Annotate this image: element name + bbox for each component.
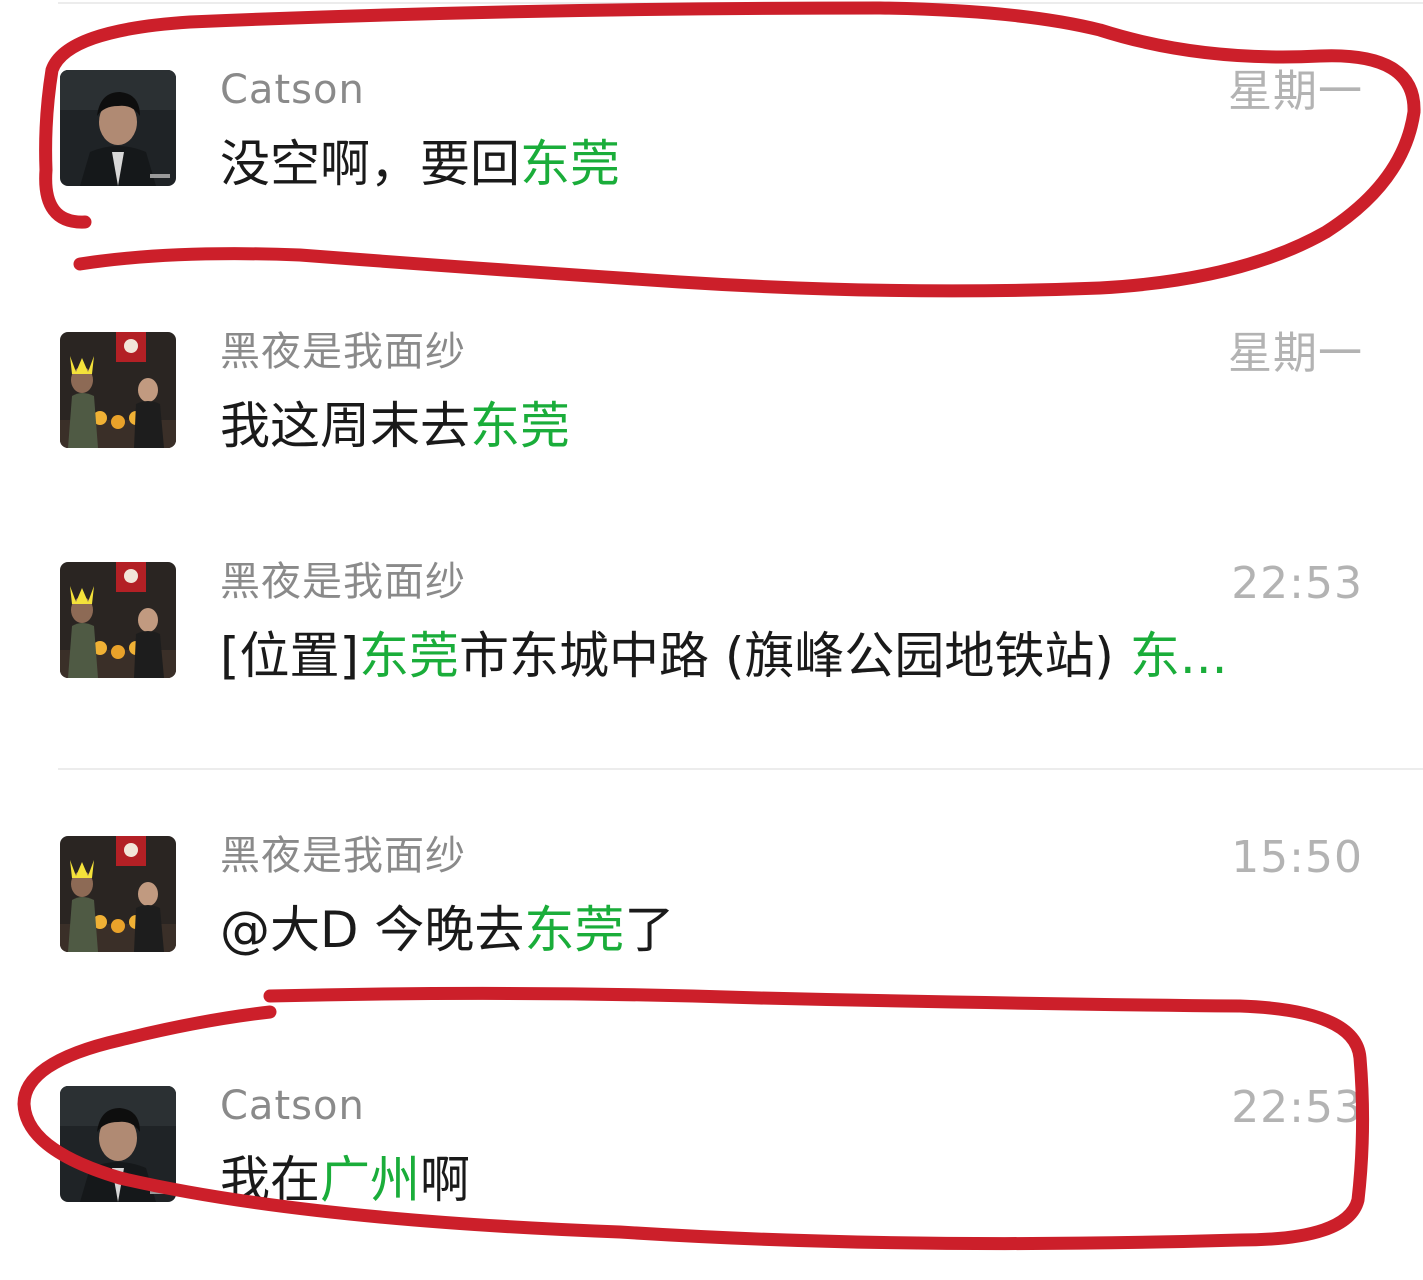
top-divider bbox=[58, 2, 1423, 4]
message-time: 星期一 bbox=[1228, 328, 1363, 379]
message-preview: 我在广州啊 bbox=[220, 1150, 470, 1210]
group-avatar-icon bbox=[60, 332, 176, 448]
keyword-highlight: 东莞 bbox=[524, 901, 625, 959]
message-text: 市东城中路 (旗峰公园地铁站) bbox=[459, 627, 1130, 685]
chat-result-row[interactable]: Catson 星期一 没空啊，要回东莞 bbox=[0, 50, 1423, 250]
chat-result-row[interactable]: 黑夜是我面纱 15:50 @大D 今晚去东莞了 bbox=[0, 816, 1423, 1016]
message-text: 了 bbox=[624, 901, 675, 959]
message-text: 我这周末去 bbox=[220, 397, 470, 455]
message-preview: [位置]东莞市东城中路 (旗峰公园地铁站) 东... bbox=[220, 626, 1228, 686]
group-avatar-icon bbox=[60, 562, 176, 678]
message-time: 15:50 bbox=[1231, 832, 1363, 883]
message-time: 22:53 bbox=[1231, 558, 1363, 609]
message-text: 没空啊，要回 bbox=[220, 135, 520, 193]
message-preview: 没空啊，要回东莞 bbox=[220, 134, 620, 194]
search-results-page: Catson 星期一 没空啊，要回东莞 黑夜是我面纱 星期一 我这周末去东莞 黑… bbox=[0, 0, 1423, 1280]
catson-avatar-icon bbox=[60, 70, 176, 186]
group-avatar-icon bbox=[60, 836, 176, 952]
contact-name: 黑夜是我面纱 bbox=[220, 559, 466, 605]
chat-result-row[interactable]: Catson 22:53 我在广州啊 bbox=[0, 1066, 1423, 1266]
keyword-highlight: 东莞 bbox=[470, 397, 570, 455]
message-text: 我在 bbox=[220, 1151, 320, 1209]
contact-name: Catson bbox=[220, 1083, 365, 1129]
chat-result-row[interactable]: 黑夜是我面纱 22:53 [位置]东莞市东城中路 (旗峰公园地铁站) 东... bbox=[0, 542, 1423, 742]
message-text: [位置] bbox=[220, 627, 360, 685]
contact-name: 黑夜是我面纱 bbox=[220, 329, 466, 375]
chat-result-row[interactable]: 黑夜是我面纱 星期一 我这周末去东莞 bbox=[0, 312, 1423, 512]
message-time: 星期一 bbox=[1228, 66, 1363, 117]
message-preview: @大D 今晚去东莞了 bbox=[220, 900, 674, 960]
contact-name: Catson bbox=[220, 67, 365, 113]
message-preview: 我这周末去东莞 bbox=[220, 396, 570, 456]
keyword-highlight: 广州 bbox=[320, 1151, 420, 1209]
message-time: 22:53 bbox=[1231, 1082, 1363, 1133]
keyword-highlight: 东莞 bbox=[359, 627, 460, 685]
contact-name: 黑夜是我面纱 bbox=[220, 833, 466, 879]
section-divider bbox=[58, 768, 1423, 770]
message-text: 啊 bbox=[420, 1151, 470, 1209]
message-text: @大D 今晚去 bbox=[220, 901, 525, 959]
catson-avatar-icon bbox=[60, 1086, 176, 1202]
keyword-highlight: 东莞 bbox=[520, 135, 620, 193]
keyword-highlight: 东... bbox=[1129, 627, 1228, 685]
